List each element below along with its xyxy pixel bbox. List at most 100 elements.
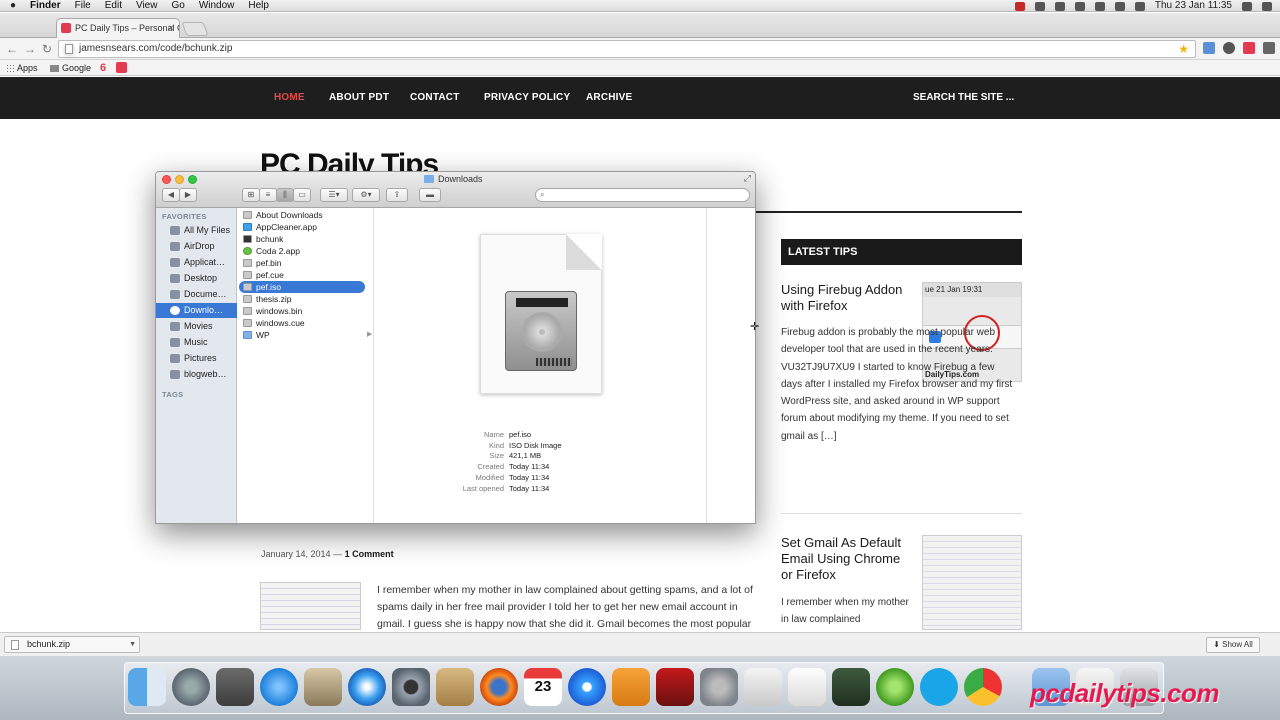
- firefox-dock-icon[interactable]: [480, 668, 518, 706]
- nav-home[interactable]: HOME: [274, 92, 305, 103]
- column-view-button[interactable]: ⫼: [276, 188, 294, 202]
- bookmark-six[interactable]: 6: [100, 60, 106, 76]
- nav-privacy[interactable]: PRIVACY POLICY: [484, 92, 570, 103]
- wifi-icon[interactable]: [1094, 1, 1105, 11]
- file-item-thesis-zip[interactable]: thesis.zip: [239, 293, 365, 305]
- finder-forward-button[interactable]: ▶: [179, 188, 197, 202]
- apple-menu-icon[interactable]: ●: [10, 0, 16, 12]
- close-button[interactable]: [162, 175, 171, 184]
- volume-icon[interactable]: [1114, 1, 1125, 11]
- mail-dock-icon[interactable]: [304, 668, 342, 706]
- grapher-dock-icon[interactable]: [832, 668, 870, 706]
- contacts-dock-icon[interactable]: [436, 668, 474, 706]
- settings-gear-icon[interactable]: [1223, 42, 1235, 54]
- chevron-down-icon[interactable]: ▼: [129, 637, 136, 652]
- menu-file[interactable]: File: [75, 0, 91, 12]
- photo-booth-dock-icon[interactable]: [656, 668, 694, 706]
- sidebar-item-all-my-files[interactable]: All My Files: [156, 223, 237, 238]
- finder-titlebar[interactable]: Downloads ⤢ ◀ ▶ ⊞ ≡ ⫼ ▭ ☰▾ ⚙▾ ⇪ ▬ ⌕: [156, 172, 755, 208]
- download-item[interactable]: bchunk.zip ▼: [4, 636, 140, 653]
- bluetooth-icon[interactable]: [1074, 1, 1085, 11]
- app-store-dock-icon[interactable]: [260, 668, 298, 706]
- system-preferences-dock-icon[interactable]: [700, 668, 738, 706]
- menu-help[interactable]: Help: [248, 0, 269, 12]
- sidebar-item-downloads[interactable]: Downlo…: [156, 303, 237, 318]
- finder-search-field[interactable]: ⌕: [535, 188, 750, 202]
- minimize-button[interactable]: [175, 175, 184, 184]
- zoom-button[interactable]: [188, 175, 197, 184]
- share-button[interactable]: ⇪: [386, 188, 408, 202]
- recording-icon[interactable]: [1014, 1, 1025, 11]
- post-title-gmail[interactable]: Set Gmail As Default Email Using Chrome …: [781, 535, 911, 583]
- textedit-dock-icon[interactable]: [788, 668, 826, 706]
- menu-view[interactable]: View: [136, 0, 158, 12]
- notification-center-icon[interactable]: [1262, 1, 1272, 11]
- menu-icon[interactable]: [1263, 42, 1275, 54]
- file-item-appcleaner[interactable]: AppCleaner.app: [239, 221, 365, 233]
- back-icon[interactable]: ←: [6, 42, 18, 56]
- skype-dock-icon[interactable]: [920, 668, 958, 706]
- action-gear-button[interactable]: ⚙▾: [352, 188, 380, 202]
- ibooks-dock-icon[interactable]: [612, 668, 650, 706]
- coda-dock-icon[interactable]: [876, 668, 914, 706]
- menu-finder[interactable]: Finder: [30, 0, 61, 12]
- coverflow-view-button[interactable]: ▭: [293, 188, 311, 202]
- menu-go[interactable]: Go: [171, 0, 184, 12]
- browser-tab[interactable]: PC Daily Tips – Personal C ×: [56, 18, 180, 38]
- launchpad-dock-icon[interactable]: [172, 668, 210, 706]
- chrome-dock-icon[interactable]: [964, 668, 1002, 706]
- sidebar-item-pictures[interactable]: Pictures: [156, 351, 237, 366]
- battery-icon[interactable]: [1134, 1, 1145, 11]
- file-item-bchunk[interactable]: bchunk: [239, 233, 365, 245]
- finder-back-button[interactable]: ◀: [162, 188, 180, 202]
- sidebar-item-airdrop[interactable]: AirDrop: [156, 239, 237, 254]
- mission-control-dock-icon[interactable]: [216, 668, 254, 706]
- time-machine-icon[interactable]: [1054, 1, 1065, 11]
- reload-icon[interactable]: ↻: [42, 42, 52, 56]
- new-tab-button[interactable]: [181, 22, 209, 36]
- preview-dock-icon[interactable]: [744, 668, 782, 706]
- arrange-button[interactable]: ☰▾: [320, 188, 348, 202]
- safari-dock-icon[interactable]: [348, 668, 386, 706]
- nav-contact[interactable]: CONTACT: [410, 92, 460, 103]
- facetime-dock-icon[interactable]: [392, 668, 430, 706]
- comments-link[interactable]: 1 Comment: [345, 549, 394, 559]
- icon-view-button[interactable]: ⊞: [242, 188, 260, 202]
- forward-icon[interactable]: →: [24, 42, 36, 56]
- nav-about[interactable]: ABOUT PDT: [329, 92, 389, 103]
- extension-icon[interactable]: [1203, 42, 1215, 54]
- sidebar-item-applications[interactable]: Applicat…: [156, 255, 237, 270]
- sidebar-item-blogweb[interactable]: blogweb…: [156, 367, 237, 382]
- menu-window[interactable]: Window: [199, 0, 235, 12]
- file-item-about-downloads[interactable]: About Downloads: [239, 209, 365, 221]
- bookmark-google[interactable]: Google: [50, 60, 91, 76]
- sidebar-item-documents[interactable]: Docume…: [156, 287, 237, 302]
- file-item-pef-cue[interactable]: pef.cue: [239, 269, 365, 281]
- nav-archive[interactable]: ARCHIVE: [586, 92, 632, 103]
- file-item-pef-iso[interactable]: pef.iso: [239, 281, 365, 293]
- post-thumbnail-gmail[interactable]: [922, 535, 1022, 630]
- bookmark-star-icon[interactable]: ★: [1178, 41, 1189, 57]
- file-item-pef-bin[interactable]: pef.bin: [239, 257, 365, 269]
- sidebar-item-desktop[interactable]: Desktop: [156, 271, 237, 286]
- file-item-windows-bin[interactable]: windows.bin: [239, 305, 365, 317]
- file-item-coda[interactable]: Coda 2.app: [239, 245, 365, 257]
- bookmark-pinterest-icon[interactable]: [116, 62, 127, 73]
- clock[interactable]: Thu 23 Jan 11:35: [1155, 0, 1232, 12]
- list-view-button[interactable]: ≡: [259, 188, 277, 202]
- menu-edit[interactable]: Edit: [105, 0, 122, 12]
- calendar-dock-icon[interactable]: 23: [524, 668, 562, 706]
- fullscreen-icon[interactable]: ⤢: [744, 173, 751, 184]
- post-title-firebug[interactable]: Using Firebug Addon with Firefox: [781, 282, 911, 314]
- address-bar[interactable]: jamesnsears.com/code/bchunk.zip ★: [58, 40, 1196, 58]
- article-thumbnail[interactable]: [260, 582, 361, 630]
- sidebar-item-music[interactable]: Music: [156, 335, 237, 350]
- spotlight-icon[interactable]: [1242, 1, 1252, 11]
- file-item-windows-cue[interactable]: windows.cue: [239, 317, 365, 329]
- sidebar-item-movies[interactable]: Movies: [156, 319, 237, 334]
- article-date[interactable]: January 14, 2014: [261, 549, 331, 559]
- adobe-icon[interactable]: [1034, 1, 1045, 11]
- bookmark-apps[interactable]: Apps: [6, 60, 38, 76]
- show-all-button[interactable]: ⬇ Show All: [1206, 637, 1260, 653]
- tab-close-icon[interactable]: ×: [168, 19, 174, 38]
